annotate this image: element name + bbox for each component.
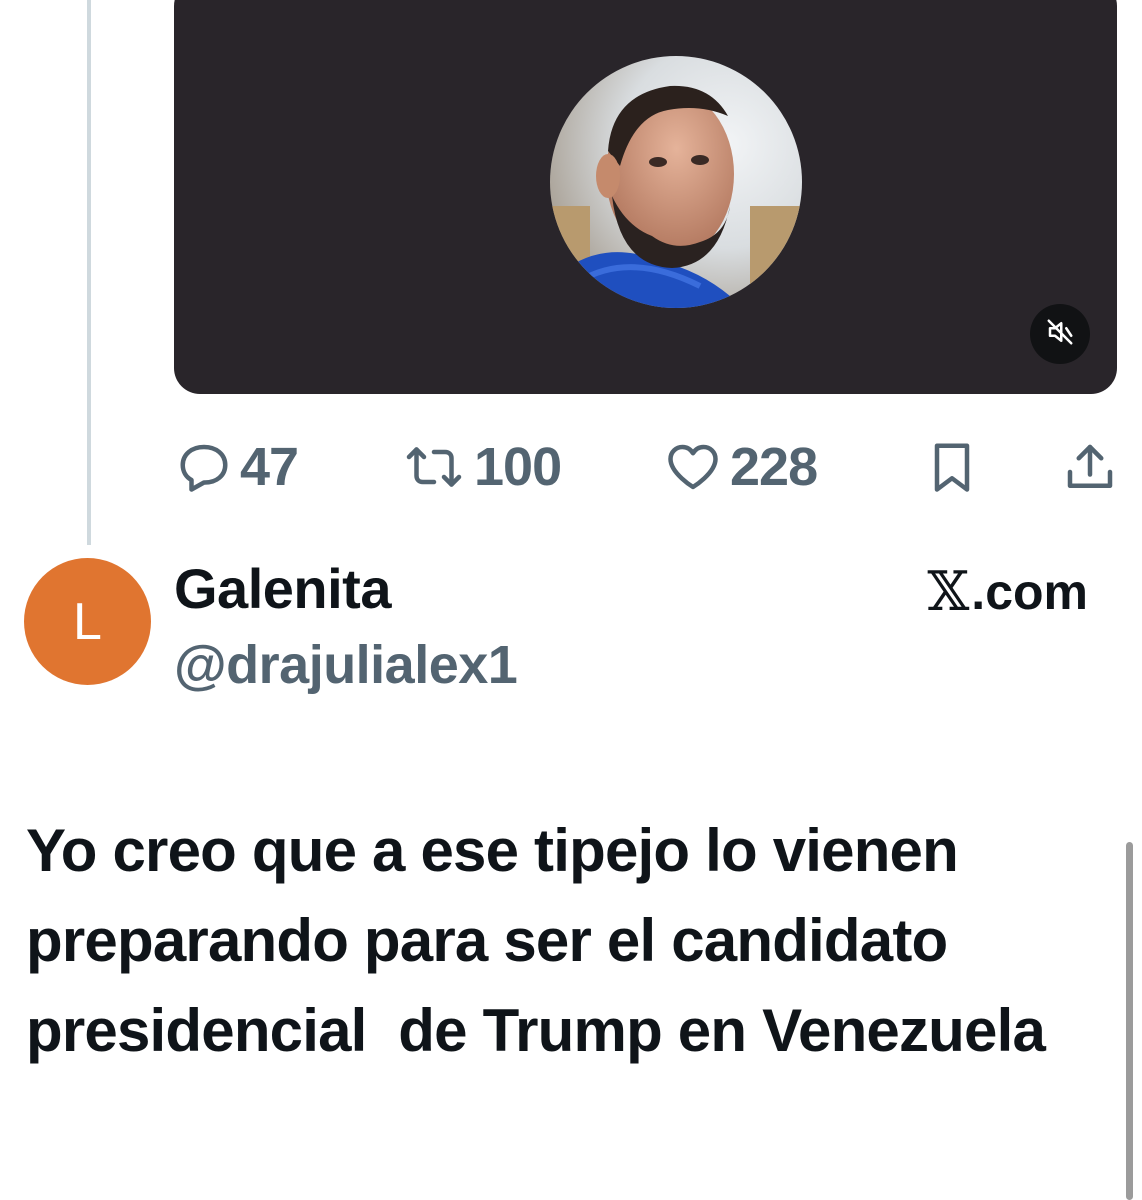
reply-button[interactable]: 47 xyxy=(174,432,299,502)
tweet-actions: 47 100 228 xyxy=(174,432,1119,502)
like-button[interactable]: 228 xyxy=(662,432,818,502)
share-icon xyxy=(1060,437,1120,497)
avatar-initial: L xyxy=(73,592,102,651)
source-domain: .com xyxy=(971,563,1088,620)
bookmark-icon xyxy=(922,437,982,497)
repost-count: 100 xyxy=(474,437,562,497)
thread-line xyxy=(87,0,91,545)
scrollbar[interactable] xyxy=(1126,842,1133,1200)
video-player[interactable] xyxy=(174,0,1117,394)
share-button[interactable] xyxy=(1060,432,1120,502)
x-logo-icon: 𝕏 xyxy=(927,560,970,623)
reply-icon xyxy=(174,437,234,497)
heart-icon xyxy=(662,437,724,497)
video-frame-profile-photo xyxy=(550,56,802,308)
user-handle[interactable]: @drajulialex1 xyxy=(174,634,518,696)
reply-count: 47 xyxy=(240,437,299,497)
repost-button[interactable]: 100 xyxy=(400,432,562,502)
avatar[interactable]: L xyxy=(24,558,151,685)
mute-button[interactable] xyxy=(1030,304,1090,364)
like-count: 228 xyxy=(730,437,818,497)
video-mute-icon xyxy=(1045,317,1075,352)
bookmark-button[interactable] xyxy=(922,432,982,502)
repost-icon xyxy=(400,437,468,497)
tweet-text: Yo creo que a ese tipejo lo vienen prepa… xyxy=(26,817,1046,1064)
source-label: 𝕏 .com xyxy=(927,560,1088,623)
display-name[interactable]: Galenita xyxy=(174,556,391,621)
